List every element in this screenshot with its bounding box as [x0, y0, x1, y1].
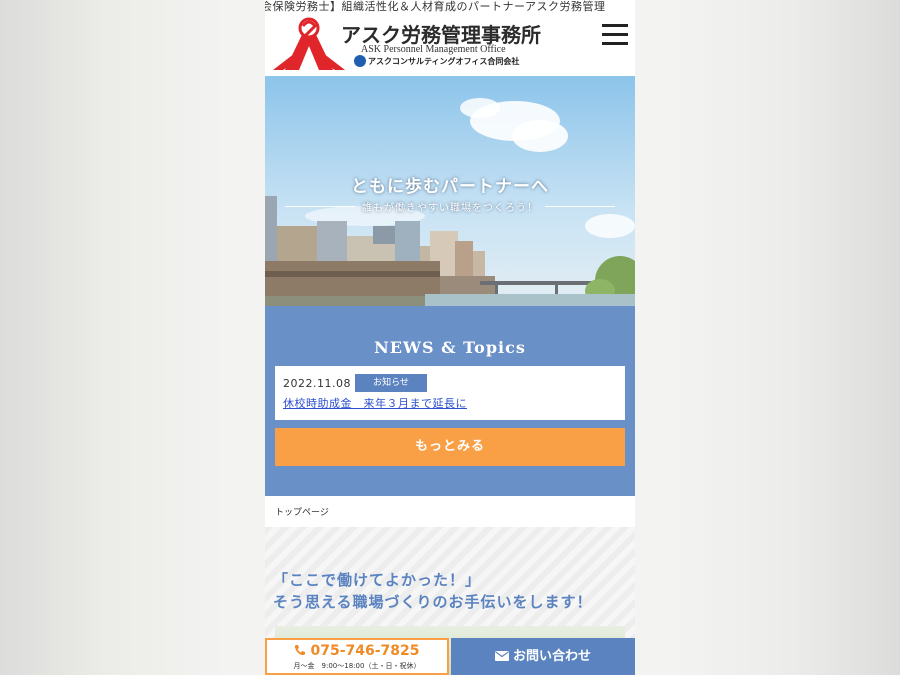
contact-button[interactable]: お問い合わせ — [451, 638, 635, 675]
hero-subtitle: 誰もが働きやすい職場をつくろう！ — [362, 203, 538, 214]
site-header: アスク労務管理事務所 ASK Personnel Management Offi… — [265, 13, 635, 76]
breadcrumb: トップページ — [275, 508, 329, 518]
news-section: NEWS & Topics 2022.11.08 お知らせ 休校時助成金 来年３… — [265, 306, 635, 496]
phone-number: 075-746-7825 — [310, 643, 420, 659]
business-hours: 月〜金 9:00〜18:00（土・日・祝休） — [293, 662, 421, 670]
hamburger-menu-icon[interactable] — [602, 23, 628, 47]
company-globe-icon — [354, 55, 366, 67]
news-heading: NEWS & Topics — [374, 338, 526, 357]
menu-bar — [602, 24, 628, 27]
mobile-page: 会保険労務士】組織活性化＆人材育成のパートナーアスク労務管理 アスク労務管理事務… — [265, 0, 635, 675]
news-category-badge: お知らせ — [355, 374, 427, 392]
phone-icon — [295, 645, 306, 656]
hero-title: ともに歩むパートナーへ — [351, 177, 549, 197]
news-list-item: 2022.11.08 お知らせ 休校時助成金 来年３月まで延長に — [275, 366, 625, 420]
phone-number-row: 075-746-7825 — [267, 643, 447, 659]
news-article-link[interactable]: 休校時助成金 来年３月まで延長に — [283, 395, 467, 411]
hero-banner: ともに歩むパートナーへ 誰もが働きやすい職場をつくろう！ — [265, 76, 635, 306]
marquee-ticker: 会保険労務士】組織活性化＆人材育成のパートナーアスク労務管理 — [265, 0, 635, 13]
logo-mark-icon[interactable] — [273, 16, 345, 72]
call-button[interactable]: 075-746-7825 月〜金 9:00〜18:00（土・日・祝休） — [265, 638, 449, 675]
mail-icon — [494, 651, 509, 661]
intro-heading-line2: そう思える職場づくりのお手伝いをします！ — [273, 593, 593, 611]
news-date: 2022.11.08 — [283, 377, 351, 390]
menu-bar — [602, 33, 628, 36]
ticker-text: 会保険労務士】組織活性化＆人材育成のパートナーアスク労務管理 — [265, 0, 606, 13]
logo-name-en: ASK Personnel Management Office — [361, 44, 506, 55]
contact-label: お問い合わせ — [512, 649, 591, 664]
more-news-button[interactable]: もっとみる — [275, 428, 625, 466]
intro-heading-line1: 「ここで働けてよかった！」 — [273, 571, 482, 589]
logo-company-name: アスクコンサルティングオフィス合同会社 — [368, 57, 520, 66]
menu-bar — [602, 42, 628, 45]
